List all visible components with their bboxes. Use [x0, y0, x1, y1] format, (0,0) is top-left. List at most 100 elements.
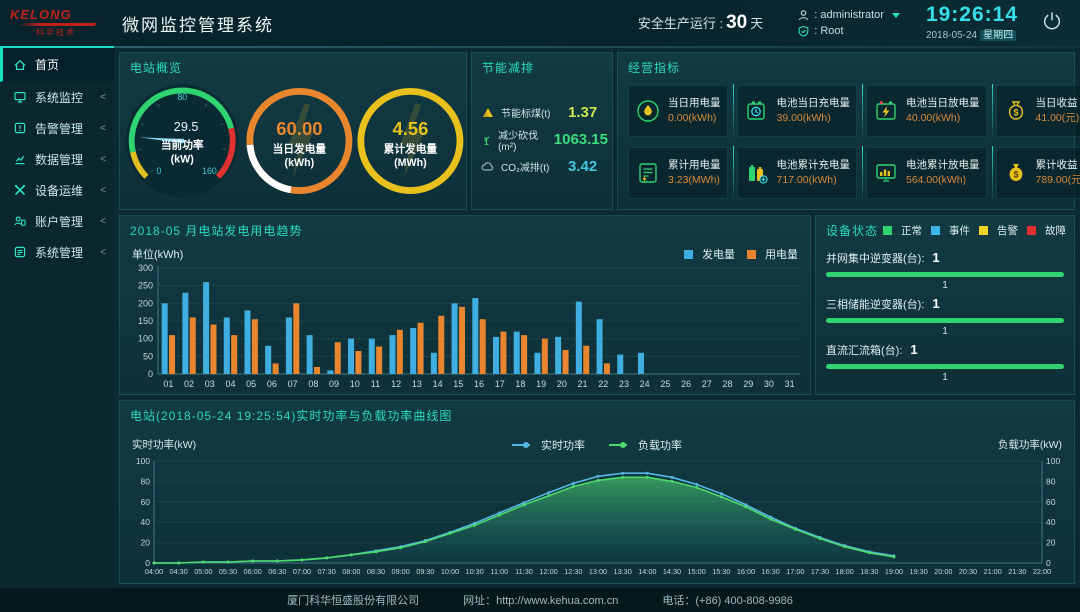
- chevron-left-icon: <: [100, 216, 106, 227]
- card-battery-total-charge: 电池累计充电量717.00(kWh): [737, 147, 858, 199]
- daily-generation-value: 60.00: [277, 118, 323, 139]
- legend-swatch: [684, 250, 693, 259]
- svg-text:15: 15: [453, 379, 463, 389]
- card-label: 当日用电量: [668, 97, 721, 110]
- device-bar-value: 1: [826, 280, 1064, 291]
- current-power-gauge: 0 80 160 29.5 当前功率 (kW): [120, 73, 244, 207]
- svg-text:80: 80: [1046, 476, 1056, 486]
- saving-row-coal: 节能标煤(t) 1.37: [480, 99, 608, 126]
- logout-power-button[interactable]: [1040, 9, 1064, 38]
- svg-text:17: 17: [495, 379, 505, 389]
- svg-text:17:00: 17:00: [786, 567, 804, 576]
- card-value: 789.00(元): [1036, 174, 1080, 187]
- svg-text:20:30: 20:30: [959, 567, 977, 576]
- power-icon: [1040, 9, 1064, 33]
- legend-label: 用电量: [765, 246, 798, 262]
- svg-text:22: 22: [598, 379, 608, 389]
- user-name: : administrator: [814, 7, 884, 23]
- svg-text:12:00: 12:00: [540, 567, 558, 576]
- svg-text:13:00: 13:00: [589, 567, 607, 576]
- svg-text:15:30: 15:30: [712, 567, 730, 576]
- svg-text:08:30: 08:30: [367, 567, 385, 576]
- svg-text:$: $: [1013, 170, 1018, 180]
- svg-text:07: 07: [288, 379, 298, 389]
- panel-title: 节能减排: [482, 59, 534, 76]
- device-status-bar[interactable]: [826, 272, 1064, 277]
- svg-text:16:30: 16:30: [762, 567, 780, 576]
- safe-run-unit: 天: [750, 16, 763, 31]
- sidebar-item-system-mgmt[interactable]: 系统管理 <: [0, 237, 114, 268]
- device-label: 三相储能逆变器(台):: [826, 299, 924, 311]
- device-row-grid-inverter: 并网集中逆变器(台):1 1: [826, 250, 1064, 291]
- sidebar-item-home[interactable]: 首页: [0, 48, 114, 82]
- coal-icon: [480, 105, 496, 121]
- chevron-down-icon: [892, 13, 900, 18]
- legend-swatch: [1027, 226, 1036, 235]
- safe-run-indicator: 安全生产运行 :30天: [638, 12, 763, 34]
- saving-label: 节能标煤(t): [501, 105, 563, 120]
- monthly-bar-chart: 0501001502002503000102030405060708091011…: [126, 262, 806, 392]
- svg-text:29: 29: [743, 379, 753, 389]
- clock-date: 2018-05-24星期四: [926, 26, 1018, 41]
- svg-text:24: 24: [640, 379, 650, 389]
- svg-text:05: 05: [246, 379, 256, 389]
- monitor-icon: [13, 90, 27, 104]
- legend-consumption[interactable]: 用电量: [747, 246, 798, 262]
- logo-subtext: 科华技术: [10, 27, 112, 38]
- svg-text:03: 03: [205, 379, 215, 389]
- card-value: 39.00(kWh): [777, 112, 851, 125]
- svg-text:04:30: 04:30: [170, 567, 188, 576]
- legend-label: 实时功率: [541, 437, 585, 453]
- sidebar-item-label: 首页: [35, 56, 59, 73]
- card-value: 564.00(kWh): [906, 174, 980, 187]
- svg-text:16: 16: [474, 379, 484, 389]
- sidebar-item-label: 数据管理: [35, 151, 83, 168]
- legend-event: 事件: [931, 223, 970, 238]
- svg-text:06:00: 06:00: [244, 567, 262, 576]
- legend-load-power[interactable]: 负载功率: [609, 437, 682, 453]
- svg-text:100: 100: [136, 456, 150, 466]
- card-label: 累计收益: [1036, 159, 1080, 172]
- card-total-revenue: $ 累计收益 789.00(元): [996, 147, 1080, 199]
- total-generation-unit: (MWh): [394, 157, 427, 169]
- sidebar-item-account-mgmt[interactable]: 账户管理 <: [0, 206, 114, 237]
- svg-text:21: 21: [578, 379, 588, 389]
- card-value: 41.00(元): [1036, 112, 1080, 125]
- svg-text:14:00: 14:00: [638, 567, 656, 576]
- sidebar-item-alarm-mgmt[interactable]: 告警管理 <: [0, 113, 114, 144]
- card-label: 电池当日充电量: [777, 97, 851, 110]
- sidebar-item-label: 系统管理: [35, 244, 83, 261]
- svg-text:30: 30: [764, 379, 774, 389]
- legend-generation[interactable]: 发电量: [684, 246, 735, 262]
- money-bag-icon: $: [1003, 160, 1029, 186]
- svg-text:10:30: 10:30: [466, 567, 484, 576]
- legend-alarm: 告警: [979, 223, 1018, 238]
- user-menu[interactable]: : administrator: [797, 7, 900, 23]
- gauge-max-tick: 160: [202, 166, 217, 176]
- device-count: 1: [932, 296, 939, 311]
- card-label: 当日收益: [1036, 97, 1080, 110]
- settings-icon: [13, 245, 27, 259]
- device-count: 1: [910, 342, 917, 357]
- station-overview-panel: 电站概览 0 80 160 29.5 当前功率 (kW) 60.00 当日发电量…: [119, 52, 467, 210]
- device-status-bar[interactable]: [826, 364, 1064, 369]
- sidebar-item-system-monitor[interactable]: 系统监控 <: [0, 82, 114, 113]
- role-name: : Root: [814, 23, 843, 39]
- footer-company: 厦门科华恒盛股份有限公司: [287, 592, 419, 608]
- business-indicators-panel: 经营指标 当日用电量0.00(kWh) 电池当日充电量39.00(kWh) 电池…: [617, 52, 1075, 210]
- clock-block: 19:26:14 2018-05-24星期四: [926, 5, 1018, 41]
- account-icon: [13, 214, 27, 228]
- legend-swatch: [931, 226, 940, 235]
- svg-text:80: 80: [141, 476, 151, 486]
- svg-text:17:30: 17:30: [811, 567, 829, 576]
- device-status-bar[interactable]: [826, 318, 1064, 323]
- sidebar-item-data-mgmt[interactable]: 数据管理 <: [0, 144, 114, 175]
- footer-phone: 电话：(+86) 400-808-9986: [662, 592, 793, 608]
- sidebar-item-device-ops[interactable]: 设备运维 <: [0, 175, 114, 206]
- alarm-icon: [13, 121, 27, 135]
- svg-text:21:30: 21:30: [1008, 567, 1026, 576]
- legend-realtime-power[interactable]: 实时功率: [512, 437, 585, 453]
- svg-text:11: 11: [371, 379, 380, 389]
- svg-text:$: $: [1013, 108, 1018, 118]
- svg-text:300: 300: [138, 263, 153, 273]
